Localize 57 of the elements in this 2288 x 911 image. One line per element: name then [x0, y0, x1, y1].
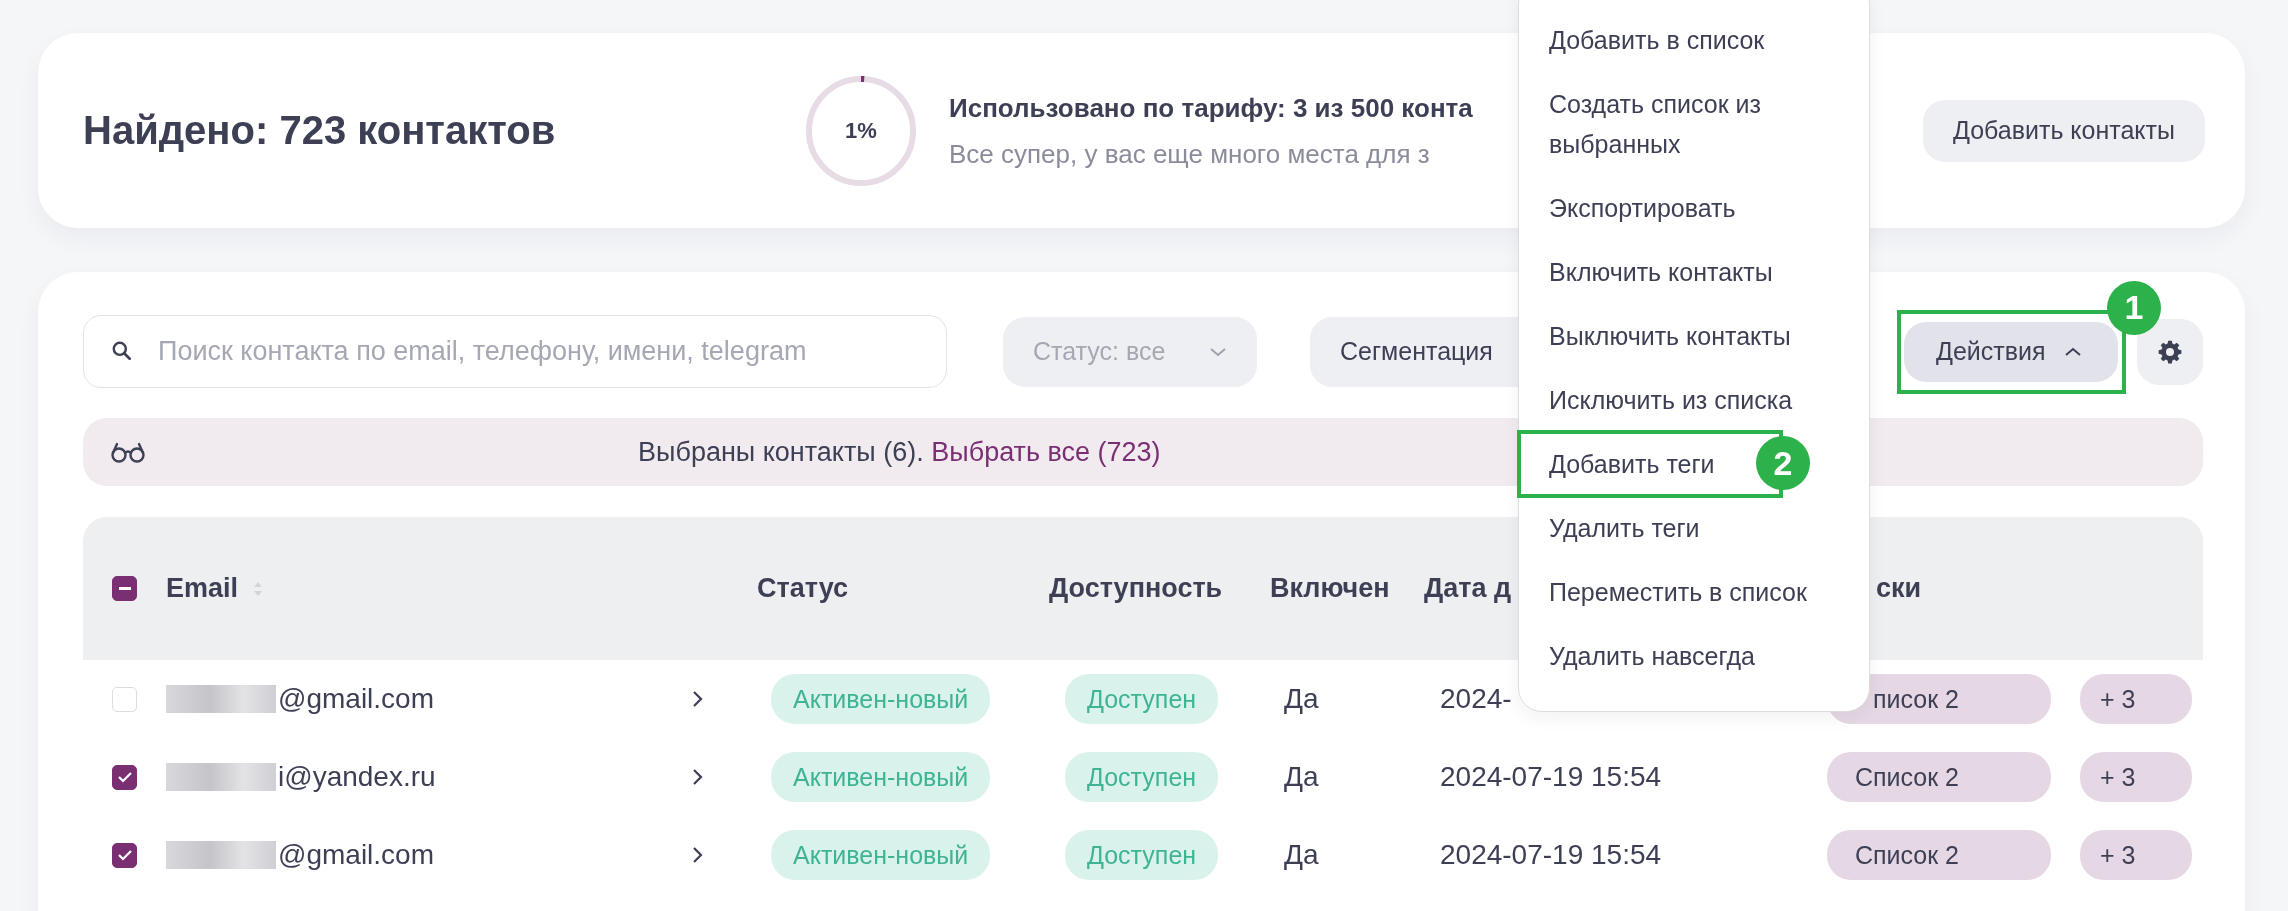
- email-text: @gmail.com: [278, 839, 434, 871]
- actions-button[interactable]: Действия: [1904, 321, 2118, 382]
- row-checkbox[interactable]: [112, 842, 137, 868]
- status-badge: Активен-новый: [771, 752, 991, 802]
- check-icon: [116, 849, 133, 861]
- chevron-up-icon: [2063, 345, 2082, 358]
- table-cell-text: Да: [1283, 839, 1320, 871]
- table-cell-text: Да: [1283, 683, 1320, 715]
- more-tags-badge: + 3: [2080, 752, 2192, 802]
- column-header[interactable]: Email: [166, 573, 239, 604]
- email-text: i@yandex.ru: [278, 761, 436, 793]
- more-tags-badge: + 3: [2080, 830, 2192, 880]
- annotation-badge: 2: [1756, 436, 1810, 490]
- table-cell-text: Да: [1283, 761, 1320, 793]
- add-contacts-button[interactable]: Добавить контакты: [1922, 99, 2205, 162]
- availability-badge: Доступен: [1065, 674, 1219, 724]
- usage-percent: 1%: [845, 117, 877, 144]
- column-header: Доступность: [1049, 573, 1223, 604]
- search-field[interactable]: Поиск контакта по email, телефону, имени, telegram: [83, 315, 947, 388]
- status-badge: Активен-новый: [771, 830, 991, 880]
- chevron-down-icon: [1209, 345, 1227, 358]
- column-header: Статус: [757, 573, 848, 604]
- menu-item[interactable]: Экспортировать: [1519, 176, 1869, 240]
- column-header: Дата д: [1424, 573, 1512, 604]
- list-tag: Список 2: [1827, 752, 2051, 802]
- menu-item[interactable]: Добавить в список: [1519, 8, 1869, 72]
- chevron-right-icon[interactable]: [691, 689, 705, 709]
- menu-item[interactable]: Создать список из выбранных: [1519, 72, 1869, 176]
- check-icon: [116, 771, 133, 783]
- chevron-right-icon[interactable]: [691, 845, 705, 865]
- row-checkbox[interactable]: [112, 764, 137, 790]
- more-tags-badge: + 3: [2080, 674, 2192, 724]
- glasses-icon: [110, 440, 146, 464]
- settings-button[interactable]: [2137, 318, 2203, 385]
- table-cell-text: 2024-07-19 15:54: [1439, 839, 1663, 871]
- email-text: @gmail.com: [278, 683, 434, 715]
- select-all-link[interactable]: Выбрать все (723): [931, 436, 1161, 468]
- availability-badge: Доступен: [1065, 830, 1219, 880]
- settings-icon: [2157, 338, 2183, 365]
- status-badge: Активен-новый: [771, 674, 991, 724]
- menu-item[interactable]: Включить контакты: [1519, 240, 1869, 304]
- column-header: Включен: [1270, 573, 1390, 604]
- column-header: ски: [1876, 573, 1922, 604]
- annotation-badge: 1: [2107, 280, 2161, 335]
- usage-hint: Все супер, у вас еще много места для з: [949, 137, 1431, 171]
- menu-item[interactable]: Переместить в список: [1519, 560, 1869, 624]
- selection-text: Выбраны контакты (6).: [638, 436, 925, 468]
- select-all-checkbox[interactable]: [112, 576, 137, 601]
- table-cell-text: 2024-: [1439, 683, 1513, 715]
- chevron-right-icon[interactable]: [691, 767, 705, 787]
- list-tag: Список 2: [1827, 830, 2051, 880]
- availability-badge: Доступен: [1065, 752, 1219, 802]
- menu-item[interactable]: Добавить теги 2: [1519, 432, 1869, 496]
- usage-text: Использовано по тарифу: 3 из 500 конта: [949, 91, 1474, 125]
- menu-item[interactable]: Удалить теги: [1519, 496, 1869, 560]
- table-cell-text: 2024-07-19 15:54: [1439, 761, 1663, 793]
- found-title: Найдено: 723 контактов: [83, 108, 557, 153]
